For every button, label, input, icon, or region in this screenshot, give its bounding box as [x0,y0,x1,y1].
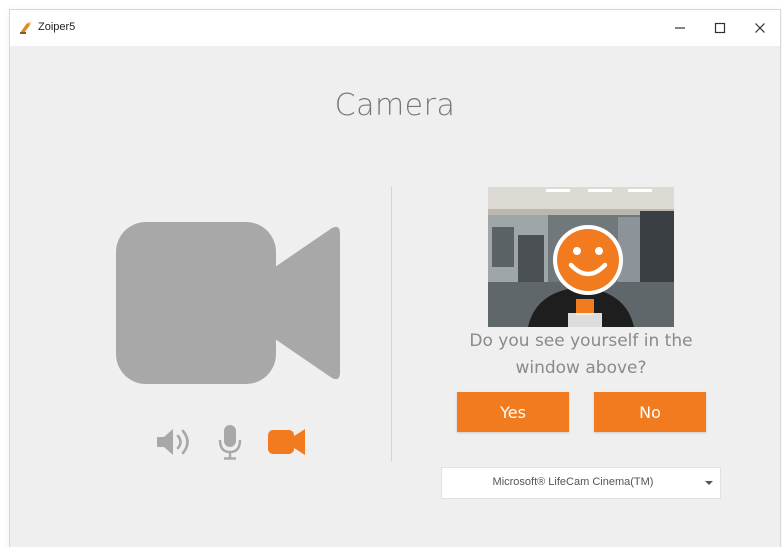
camera-preview-image [488,187,674,327]
video-camera-icon[interactable] [267,424,307,460]
zoiper-logo-icon [20,22,31,34]
camera-question: Do you see yourself in the window above? [469,331,693,378]
maximize-icon [714,22,726,34]
maximize-button[interactable] [700,10,740,46]
page-title: Camera [334,88,456,123]
app-window: Zoiper5 Camera Do you see yourself in th… [10,10,780,547]
panel-divider [391,186,392,462]
title-bar[interactable]: Zoiper5 [10,10,780,46]
minimize-icon [675,27,685,29]
camera-device-dropdown[interactable]: Microsoft® LifeCam Cinema(TM) [442,468,720,498]
close-icon [755,23,765,33]
yes-button[interactable]: Yes [457,392,569,432]
close-button[interactable] [740,10,780,46]
microphone-icon[interactable] [217,424,243,460]
minimize-button[interactable] [660,10,700,46]
speaker-icon[interactable] [155,424,193,460]
camera-device-selected: Microsoft® LifeCam Cinema(TM) [492,476,654,488]
camera-preview [488,187,674,327]
chevron-down-icon [705,481,713,485]
window-title: Zoiper5 [38,21,76,33]
video-camera-icon [116,222,340,384]
media-status-icons [155,424,315,460]
no-button[interactable]: No [594,392,706,432]
